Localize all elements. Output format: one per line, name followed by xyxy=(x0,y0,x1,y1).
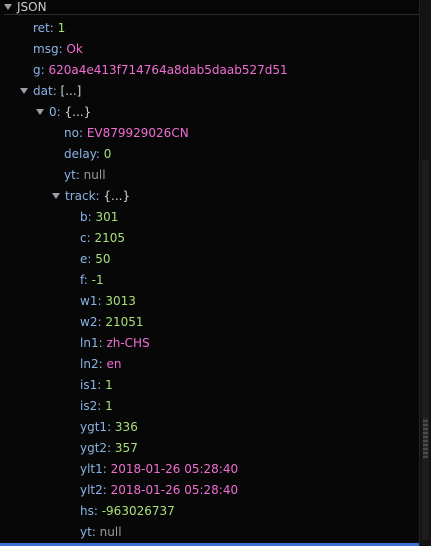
row-c: c: 2105 xyxy=(80,231,126,245)
summary-track: {...} xyxy=(103,189,131,203)
row-track[interactable]: track: {...} xyxy=(52,186,130,207)
row-g: g: 620a4e413f714764a8dab5daab527d51 xyxy=(33,63,288,77)
row-delay: delay: 0 xyxy=(64,147,112,161)
row-w2: w2: 21051 xyxy=(80,315,144,329)
row-e: e: 50 xyxy=(80,252,111,266)
summary-0: {...} xyxy=(64,105,92,119)
row-ylt2: ylt2: 2018-01-26 05:28:40 xyxy=(80,483,239,497)
expand-triangle-icon[interactable] xyxy=(20,88,28,94)
expand-triangle-icon[interactable] xyxy=(4,4,12,10)
row-b: b: 301 xyxy=(80,210,119,224)
row-hs: hs: -963026737 xyxy=(80,504,175,518)
row-yt: yt: null xyxy=(64,168,106,182)
scrollbar-thumb[interactable] xyxy=(422,160,429,540)
value-ret: 1 xyxy=(57,21,66,35)
row-ylt1: ylt1: 2018-01-26 05:28:40 xyxy=(80,462,239,476)
expand-triangle-icon[interactable] xyxy=(52,193,60,199)
value-no: EV879929026CN xyxy=(86,126,189,140)
row-ygt2: ygt2: 357 xyxy=(80,441,138,455)
value-yt: null xyxy=(83,168,106,182)
row-no: no: EV879929026CN xyxy=(64,126,189,140)
value-delay: 0 xyxy=(103,147,112,161)
row-ygt1: ygt1: 336 xyxy=(80,420,138,434)
json-root-row[interactable]: JSON xyxy=(4,0,424,15)
row-dat[interactable]: dat: [...] xyxy=(20,81,81,102)
row-ln1: ln1: zh-CHS xyxy=(80,336,150,350)
row-is1: is1: 1 xyxy=(80,378,113,392)
row-msg: msg: Ok xyxy=(33,42,83,56)
json-viewer: JSON ret: 1 msg: Ok g: 620a4e413f714764a… xyxy=(0,0,424,546)
root-label: JSON xyxy=(17,0,47,14)
expand-triangle-icon[interactable] xyxy=(36,109,44,115)
row-w1: w1: 3013 xyxy=(80,294,136,308)
row-is2: is2: 1 xyxy=(80,399,113,413)
row-f: f: -1 xyxy=(80,273,104,287)
row-ret: ret: 1 xyxy=(33,21,66,35)
scrollbar-grip-icon[interactable] xyxy=(423,418,428,458)
value-msg: Ok xyxy=(66,42,83,56)
row-yt-track: yt: null xyxy=(80,525,122,539)
value-g: 620a4e413f714764a8dab5daab527d51 xyxy=(48,63,288,77)
summary-dat: [...] xyxy=(60,84,82,98)
vertical-scrollbar[interactable] xyxy=(419,0,431,546)
row-ln2: ln2: en xyxy=(80,357,122,371)
row-0[interactable]: 0: {...} xyxy=(36,102,91,123)
